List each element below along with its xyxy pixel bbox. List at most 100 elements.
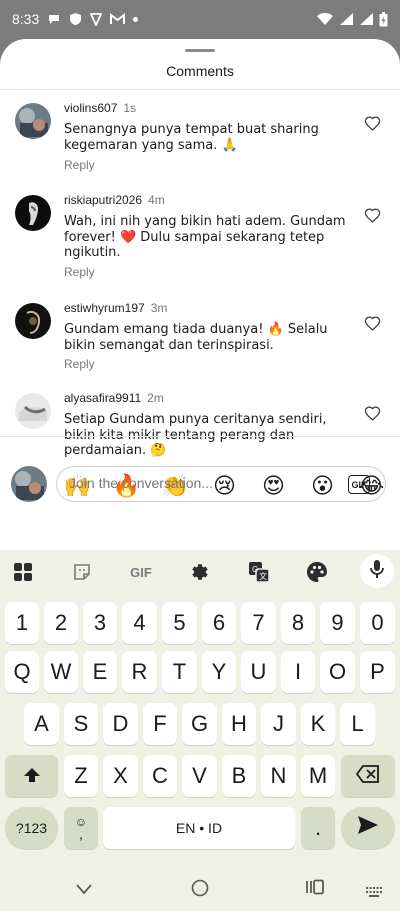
- key-x[interactable]: X: [103, 755, 138, 797]
- voice-input-button[interactable]: [360, 554, 394, 588]
- status-bar: 8:33: [0, 0, 400, 38]
- sheet-title: Comments: [166, 63, 234, 79]
- key-6[interactable]: 6: [202, 602, 236, 644]
- key-t[interactable]: T: [162, 651, 197, 693]
- key-s[interactable]: S: [64, 703, 98, 745]
- emoji-divider: [0, 436, 400, 437]
- comment-text: Gundam emang tiada duanya! 🔥 Selalu biki…: [64, 322, 328, 353]
- key-n[interactable]: N: [261, 755, 296, 797]
- key-w[interactable]: W: [44, 651, 78, 693]
- comment-time: 4m: [148, 193, 165, 207]
- reply-link[interactable]: Reply: [64, 265, 95, 279]
- comma-label: ,: [79, 826, 83, 842]
- comment-input-box[interactable]: GIF: [56, 466, 386, 502]
- shift-key[interactable]: [5, 755, 58, 797]
- key-i[interactable]: I: [281, 651, 315, 693]
- key-a[interactable]: A: [24, 703, 59, 745]
- comment-time: 2m: [147, 391, 164, 405]
- gif-button[interactable]: GIF: [348, 475, 370, 494]
- keyboard-switch-icon[interactable]: [366, 882, 382, 901]
- shift-arrow-icon: [23, 763, 41, 789]
- palette-icon[interactable]: [305, 560, 329, 584]
- svg-text:文: 文: [259, 571, 267, 581]
- comment-time: 1s: [123, 101, 137, 115]
- key-u[interactable]: U: [241, 651, 276, 693]
- key-q[interactable]: Q: [5, 651, 39, 693]
- key-v[interactable]: V: [182, 755, 217, 797]
- gif-keyboard-button[interactable]: GIF: [124, 560, 158, 584]
- like-heart-icon[interactable]: [364, 115, 381, 132]
- avatar[interactable]: [15, 303, 51, 339]
- key-f[interactable]: F: [143, 703, 177, 745]
- key-1[interactable]: 1: [5, 602, 39, 644]
- send-key[interactable]: [341, 807, 395, 849]
- comment-time: 3m: [150, 301, 168, 315]
- notification-icon: [47, 12, 61, 26]
- like-heart-icon[interactable]: [364, 315, 381, 332]
- key-4[interactable]: 4: [122, 602, 157, 644]
- key-7[interactable]: 7: [241, 602, 276, 644]
- wifi-icon: [317, 12, 333, 26]
- comment-username[interactable]: estiwhyrum197: [64, 301, 145, 315]
- key-9[interactable]: 9: [320, 602, 355, 644]
- backspace-key[interactable]: [341, 755, 395, 797]
- gmail-icon: [110, 13, 126, 25]
- key-k[interactable]: K: [301, 703, 335, 745]
- space-bar[interactable]: EN • ID: [103, 807, 295, 849]
- svg-text:G: G: [252, 565, 258, 574]
- hide-keyboard-chevron-icon[interactable]: [76, 880, 92, 899]
- comment-username[interactable]: alyasafira9911: [64, 391, 141, 405]
- battery-icon: [379, 11, 388, 27]
- send-arrow-icon: [357, 815, 379, 841]
- avatar[interactable]: [15, 195, 51, 231]
- translate-icon[interactable]: G文: [247, 560, 271, 584]
- recents-icon[interactable]: [306, 879, 324, 899]
- comment-text: Wah, ini nih yang bikin hati adem. Gunda…: [64, 214, 346, 260]
- like-heart-icon[interactable]: [364, 207, 381, 224]
- like-heart-icon[interactable]: [364, 405, 381, 422]
- comment-text: Senangnya punya tempat buat sharing kege…: [64, 122, 319, 153]
- key-y[interactable]: Y: [202, 651, 236, 693]
- reply-link[interactable]: Reply: [64, 158, 95, 172]
- drag-handle[interactable]: [185, 49, 215, 52]
- key-g[interactable]: G: [182, 703, 217, 745]
- key-3[interactable]: 3: [83, 602, 117, 644]
- key-o[interactable]: O: [320, 651, 355, 693]
- settings-gear-icon[interactable]: [188, 560, 212, 584]
- dot-icon: [133, 16, 139, 22]
- key-8[interactable]: 8: [281, 602, 315, 644]
- reply-link[interactable]: Reply: [64, 357, 95, 371]
- signal-2-icon: [359, 12, 373, 26]
- key-d[interactable]: D: [103, 703, 138, 745]
- vpn-icon: [90, 12, 103, 26]
- key-c[interactable]: C: [143, 755, 177, 797]
- keyboard-toolbar: GIF G文: [0, 550, 400, 594]
- status-time: 8:33: [12, 11, 40, 27]
- key-r[interactable]: R: [122, 651, 157, 693]
- avatar[interactable]: [15, 103, 51, 139]
- comment-username[interactable]: riskiaputri2026: [64, 193, 142, 207]
- key-p[interactable]: P: [360, 651, 395, 693]
- emoji-comma-key[interactable]: ☺ ,: [64, 807, 98, 849]
- key-5[interactable]: 5: [162, 602, 197, 644]
- key-l[interactable]: L: [340, 703, 375, 745]
- comment-input[interactable]: [69, 475, 329, 491]
- sticker-icon[interactable]: [70, 560, 94, 584]
- shield-icon: [69, 12, 82, 26]
- key-2[interactable]: 2: [44, 602, 78, 644]
- comment-username[interactable]: violins607: [64, 101, 117, 115]
- key-0[interactable]: 0: [360, 602, 395, 644]
- keyboard: GIF G文 1 2 3 4 5 6 7 8 9 0 Q W E R T Y U…: [0, 550, 400, 911]
- home-circle-icon[interactable]: [191, 879, 209, 901]
- key-e[interactable]: E: [83, 651, 117, 693]
- key-z[interactable]: Z: [64, 755, 98, 797]
- key-m[interactable]: M: [301, 755, 335, 797]
- avatar[interactable]: [15, 393, 51, 429]
- period-key[interactable]: .: [301, 807, 335, 849]
- key-b[interactable]: B: [222, 755, 256, 797]
- key-j[interactable]: J: [261, 703, 296, 745]
- key-h[interactable]: H: [222, 703, 256, 745]
- title-divider: [0, 89, 400, 90]
- symbols-key[interactable]: ?123: [5, 807, 58, 849]
- apps-grid-icon[interactable]: [11, 560, 35, 584]
